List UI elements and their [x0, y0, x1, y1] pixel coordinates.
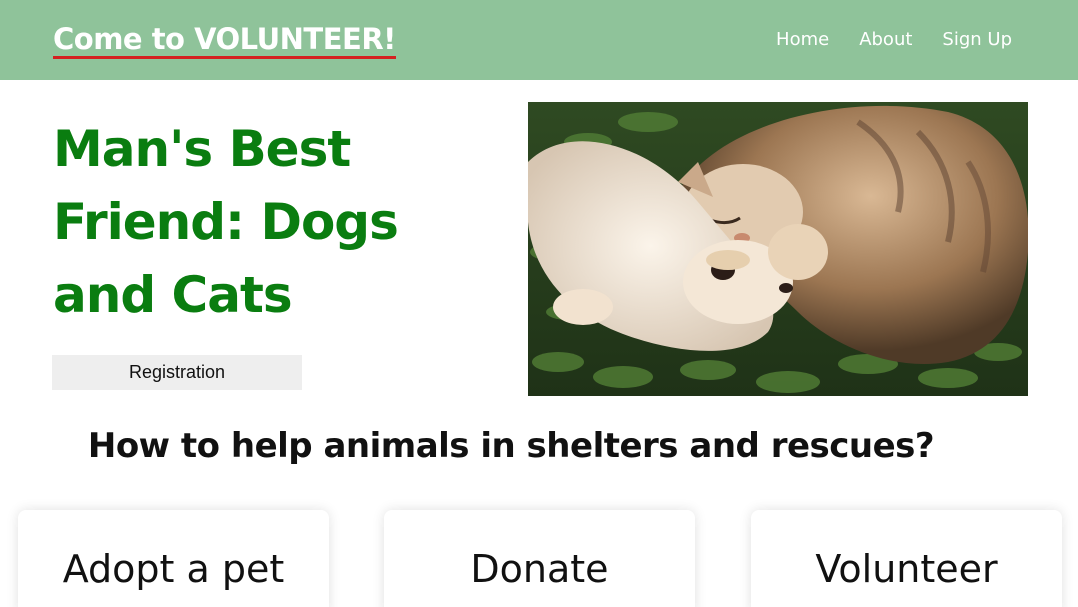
section-heading: How to help animals in shelters and resc… [87, 426, 935, 466]
hero-title: Man's Best Friend: Dogs and Cats [53, 120, 399, 324]
card-label: Adopt a pet [62, 547, 285, 591]
card-label: Volunteer [815, 547, 998, 591]
card-donate[interactable]: Donate [384, 510, 695, 607]
brand-link[interactable]: Come to VOLUNTEER! [53, 22, 396, 59]
card-label: Donate [470, 547, 609, 591]
navbar: Come to VOLUNTEER! Home About Sign Up [0, 0, 1078, 80]
card-volunteer[interactable]: Volunteer [751, 510, 1062, 607]
nav-about-link[interactable]: About [859, 28, 912, 52]
registration-button[interactable]: Registration [52, 355, 302, 390]
hero-image [528, 102, 1028, 396]
card-adopt[interactable]: Adopt a pet [18, 510, 329, 607]
cat-and-dog-photo [528, 102, 1028, 396]
nav-links: Home About Sign Up [776, 28, 1012, 52]
nav-home-link[interactable]: Home [776, 28, 829, 52]
nav-signup-link[interactable]: Sign Up [942, 28, 1012, 52]
